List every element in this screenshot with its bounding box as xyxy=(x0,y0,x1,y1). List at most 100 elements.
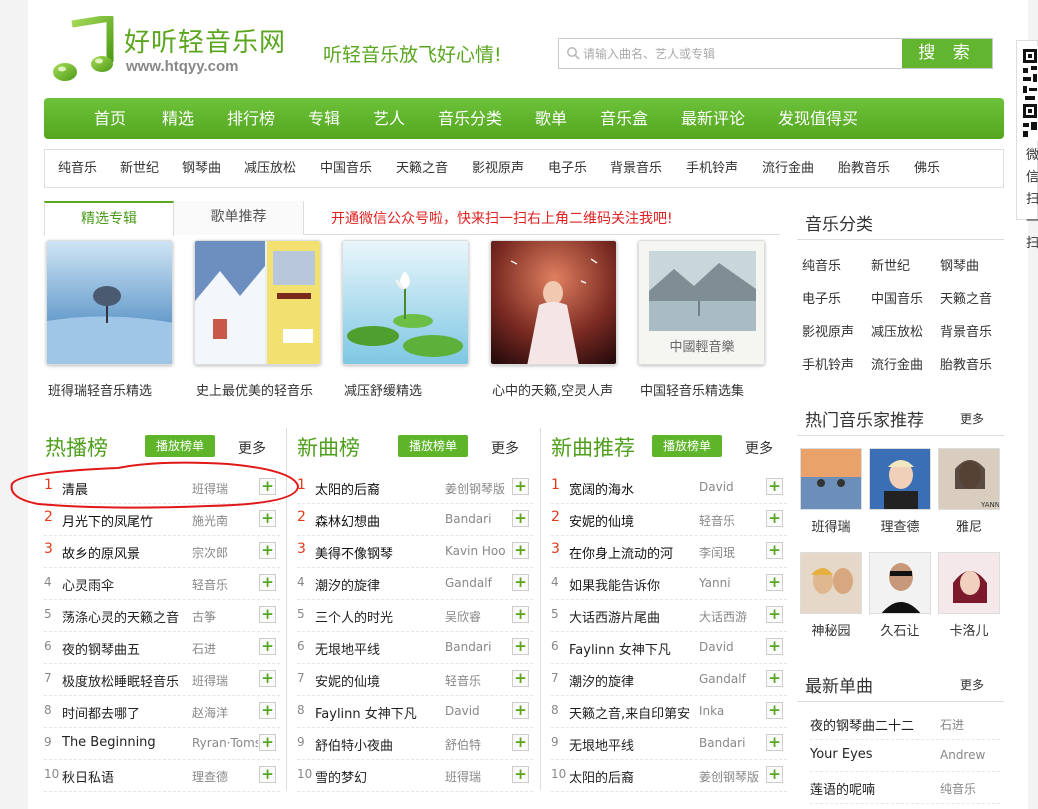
tab-playlist-recommend[interactable]: 歌单推荐 xyxy=(174,201,304,235)
song-row[interactable]: 3 在你身上流动的河 李闰珉 + xyxy=(551,536,787,568)
site-name[interactable]: 好听轻音乐网 xyxy=(124,22,286,59)
artist-name[interactable]: 神秘园 xyxy=(800,620,862,639)
single-row[interactable]: 夜的钢琴曲二十二 石进 xyxy=(810,708,1000,740)
song-artist[interactable]: 班得瑞 xyxy=(192,672,258,689)
play-chart-button[interactable]: 播放榜单 xyxy=(145,435,215,457)
play-chart-button[interactable]: 播放榜单 xyxy=(652,435,722,457)
song-row[interactable]: 1 宽阔的海水 David + xyxy=(551,472,787,504)
song-row[interactable]: 1 清晨 班得瑞 + xyxy=(44,472,280,504)
song-title[interactable]: 时间都去哪了 xyxy=(62,703,192,722)
single-artist[interactable]: Andrew xyxy=(940,748,985,762)
song-artist[interactable]: 班得瑞 xyxy=(445,768,511,785)
add-to-playlist-icon[interactable]: + xyxy=(259,510,276,527)
artist-name[interactable]: 雅尼 xyxy=(938,516,1000,535)
album-card[interactable]: 心中的天籁,空灵人声 xyxy=(490,240,617,399)
add-to-playlist-icon[interactable]: + xyxy=(259,702,276,719)
more-link[interactable]: 更多 xyxy=(491,438,519,458)
category-link[interactable]: 电子乐 xyxy=(548,150,587,187)
song-artist[interactable]: 大话西游 xyxy=(699,608,765,625)
tab-featured-albums[interactable]: 精选专辑 xyxy=(44,201,174,236)
song-title[interactable]: 无垠地平线 xyxy=(569,735,699,754)
song-row[interactable]: 2 安妮的仙境 轻音乐 + xyxy=(551,504,787,536)
song-title[interactable]: 荡涤心灵的天籁之音 xyxy=(62,607,192,626)
song-artist[interactable]: 班得瑞 xyxy=(192,480,258,497)
more-link[interactable]: 更多 xyxy=(960,410,984,427)
add-to-playlist-icon[interactable]: + xyxy=(512,638,529,655)
song-row[interactable]: 4 如果我能告诉你 Yanni + xyxy=(551,568,787,600)
song-row[interactable]: 5 三个人的时光 吴欣睿 + xyxy=(297,600,533,632)
song-row[interactable]: 8 天籁之音,来自印第安 Inka + xyxy=(551,696,787,728)
song-artist[interactable]: 吴欣睿 xyxy=(445,608,511,625)
album-title[interactable]: 减压舒缓精选 xyxy=(344,380,422,399)
song-title[interactable]: Faylinn 女神下凡 xyxy=(569,639,699,658)
song-artist[interactable]: Bandari xyxy=(699,736,765,750)
song-artist[interactable]: Gandalf xyxy=(445,576,511,590)
song-row[interactable]: 9 The Beginning Ryran·Toms + xyxy=(44,728,280,760)
album-card[interactable]: 中國輕音樂 中国轻音乐精选集 xyxy=(638,240,765,399)
sidebar-genre-link[interactable]: 背景音乐 xyxy=(940,321,992,340)
add-to-playlist-icon[interactable]: + xyxy=(766,766,783,783)
song-row[interactable]: 7 潮汐的旋律 Gandalf + xyxy=(551,664,787,696)
category-link[interactable]: 减压放松 xyxy=(244,150,296,187)
artist-name[interactable]: 理查德 xyxy=(869,516,931,535)
song-artist[interactable]: Bandari xyxy=(445,512,511,526)
sidebar-genre-link[interactable]: 流行金曲 xyxy=(871,354,923,373)
song-row[interactable]: 10 太阳的后裔 姜创钢琴版 + xyxy=(551,760,787,792)
album-title[interactable]: 中国轻音乐精选集 xyxy=(640,380,744,399)
song-row[interactable]: 3 美得不像钢琴 Kavin Hoo + xyxy=(297,536,533,568)
song-artist[interactable]: 古筝 xyxy=(192,608,258,625)
artist-card[interactable]: 班得瑞 xyxy=(800,448,862,535)
song-row[interactable]: 1 太阳的后裔 姜创钢琴版 + xyxy=(297,472,533,504)
song-row[interactable]: 4 心灵雨伞 轻音乐 + xyxy=(44,568,280,600)
nav-musicbox[interactable]: 音乐盒 xyxy=(600,98,648,139)
add-to-playlist-icon[interactable]: + xyxy=(512,766,529,783)
sidebar-genre-link[interactable]: 减压放松 xyxy=(871,321,923,340)
add-to-playlist-icon[interactable]: + xyxy=(259,766,276,783)
song-row[interactable]: 9 无垠地平线 Bandari + xyxy=(551,728,787,760)
song-row[interactable]: 5 荡涤心灵的天籁之音 古筝 + xyxy=(44,600,280,632)
song-row[interactable]: 10 秋日私语 理查德 + xyxy=(44,760,280,792)
nav-charts[interactable]: 排行榜 xyxy=(227,98,275,139)
song-artist[interactable]: 理查德 xyxy=(192,768,258,785)
add-to-playlist-icon[interactable]: + xyxy=(259,734,276,751)
song-row[interactable]: 6 夜的钢琴曲五 石进 + xyxy=(44,632,280,664)
song-title[interactable]: 潮汐的旋律 xyxy=(315,575,445,594)
more-link[interactable]: 更多 xyxy=(238,438,266,458)
nav-home[interactable]: 首页 xyxy=(94,98,126,139)
song-title[interactable]: The Beginning xyxy=(62,735,192,750)
song-title[interactable]: 心灵雨伞 xyxy=(62,575,192,594)
song-title[interactable]: 清晨 xyxy=(62,479,192,498)
add-to-playlist-icon[interactable]: + xyxy=(259,574,276,591)
song-row[interactable]: 6 无垠地平线 Bandari + xyxy=(297,632,533,664)
song-row[interactable]: 4 潮汐的旋律 Gandalf + xyxy=(297,568,533,600)
add-to-playlist-icon[interactable]: + xyxy=(259,542,276,559)
song-artist[interactable]: 舒伯特 xyxy=(445,736,511,753)
song-artist[interactable]: Yanni xyxy=(699,576,765,590)
more-link[interactable]: 更多 xyxy=(745,438,773,458)
album-card[interactable]: 史上最优美的轻音乐 xyxy=(194,240,321,399)
song-artist[interactable]: 轻音乐 xyxy=(192,576,258,593)
category-link[interactable]: 纯音乐 xyxy=(58,150,97,187)
song-artist[interactable]: 施光南 xyxy=(192,512,258,529)
song-title[interactable]: 秋日私语 xyxy=(62,767,192,786)
nav-featured[interactable]: 精选 xyxy=(162,98,194,139)
single-title[interactable]: Your Eyes xyxy=(810,747,873,762)
song-artist[interactable]: 轻音乐 xyxy=(699,512,765,529)
add-to-playlist-icon[interactable]: + xyxy=(512,510,529,527)
album-title[interactable]: 班得瑞轻音乐精选 xyxy=(48,380,152,399)
song-artist[interactable]: 宗次郎 xyxy=(192,544,258,561)
song-title[interactable]: 舒伯特小夜曲 xyxy=(315,735,445,754)
song-row[interactable]: 6 Faylinn 女神下凡 David + xyxy=(551,632,787,664)
wechat-notice[interactable]: 开通微信公众号啦，快来扫一扫右上角二维码关注我吧! xyxy=(331,208,673,228)
sidebar-genre-link[interactable]: 新世纪 xyxy=(871,255,910,274)
single-artist[interactable]: 纯音乐 xyxy=(940,780,976,797)
song-row[interactable]: 9 舒伯特小夜曲 舒伯特 + xyxy=(297,728,533,760)
add-to-playlist-icon[interactable]: + xyxy=(512,734,529,751)
song-title[interactable]: 在你身上流动的河 xyxy=(569,543,699,562)
song-title[interactable]: 如果我能告诉你 xyxy=(569,575,699,594)
play-chart-button[interactable]: 播放榜单 xyxy=(398,435,468,457)
song-artist[interactable]: David xyxy=(445,704,511,718)
add-to-playlist-icon[interactable]: + xyxy=(512,670,529,687)
song-row[interactable]: 2 月光下的凤尾竹 施光南 + xyxy=(44,504,280,536)
add-to-playlist-icon[interactable]: + xyxy=(766,638,783,655)
